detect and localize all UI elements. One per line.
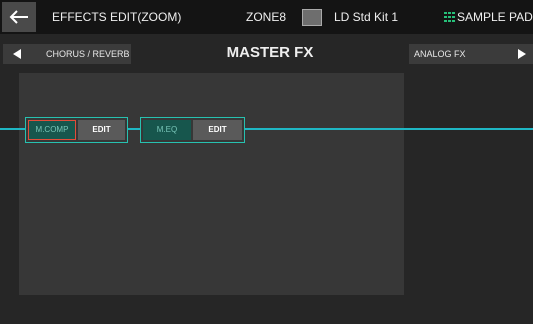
signal-line-mid	[128, 128, 140, 130]
kit-name: LD Std Kit 1	[334, 10, 399, 24]
prev-page-button[interactable]: CHORUS / REVERB	[3, 44, 131, 64]
signal-line-in	[0, 128, 25, 130]
arrow-left-icon	[13, 49, 21, 59]
prev-page-label: CHORUS / REVERB	[46, 49, 130, 59]
sample-pad-label[interactable]: SAMPLE PAD	[457, 10, 533, 24]
left-arrow-icon	[9, 10, 28, 24]
mcomp-edit-button[interactable]: EDIT	[78, 120, 125, 140]
zone-label: ZONE8	[246, 10, 287, 24]
screen-title: EFFECTS EDIT(ZOOM)	[52, 10, 182, 24]
fx-block-mcomp: M.COMP EDIT	[25, 117, 128, 143]
meq-button[interactable]: M.EQ	[143, 120, 191, 140]
top-bar: EFFECTS EDIT(ZOOM) ZONE8 LD Std Kit 1 SA…	[0, 0, 533, 34]
signal-line-out	[245, 128, 533, 130]
effects-panel	[19, 73, 404, 295]
mcomp-button[interactable]: M.COMP	[28, 120, 76, 140]
back-button[interactable]	[2, 2, 36, 32]
sample-pad-icon	[444, 12, 455, 22]
meq-edit-button[interactable]: EDIT	[193, 120, 242, 140]
next-page-label: ANALOG FX	[414, 49, 466, 59]
fx-block-meq: M.EQ EDIT	[140, 117, 245, 143]
next-page-button[interactable]: ANALOG FX	[409, 44, 533, 64]
drum-kit-icon	[302, 9, 322, 26]
arrow-right-icon	[518, 49, 526, 59]
page-title: MASTER FX	[226, 44, 314, 61]
